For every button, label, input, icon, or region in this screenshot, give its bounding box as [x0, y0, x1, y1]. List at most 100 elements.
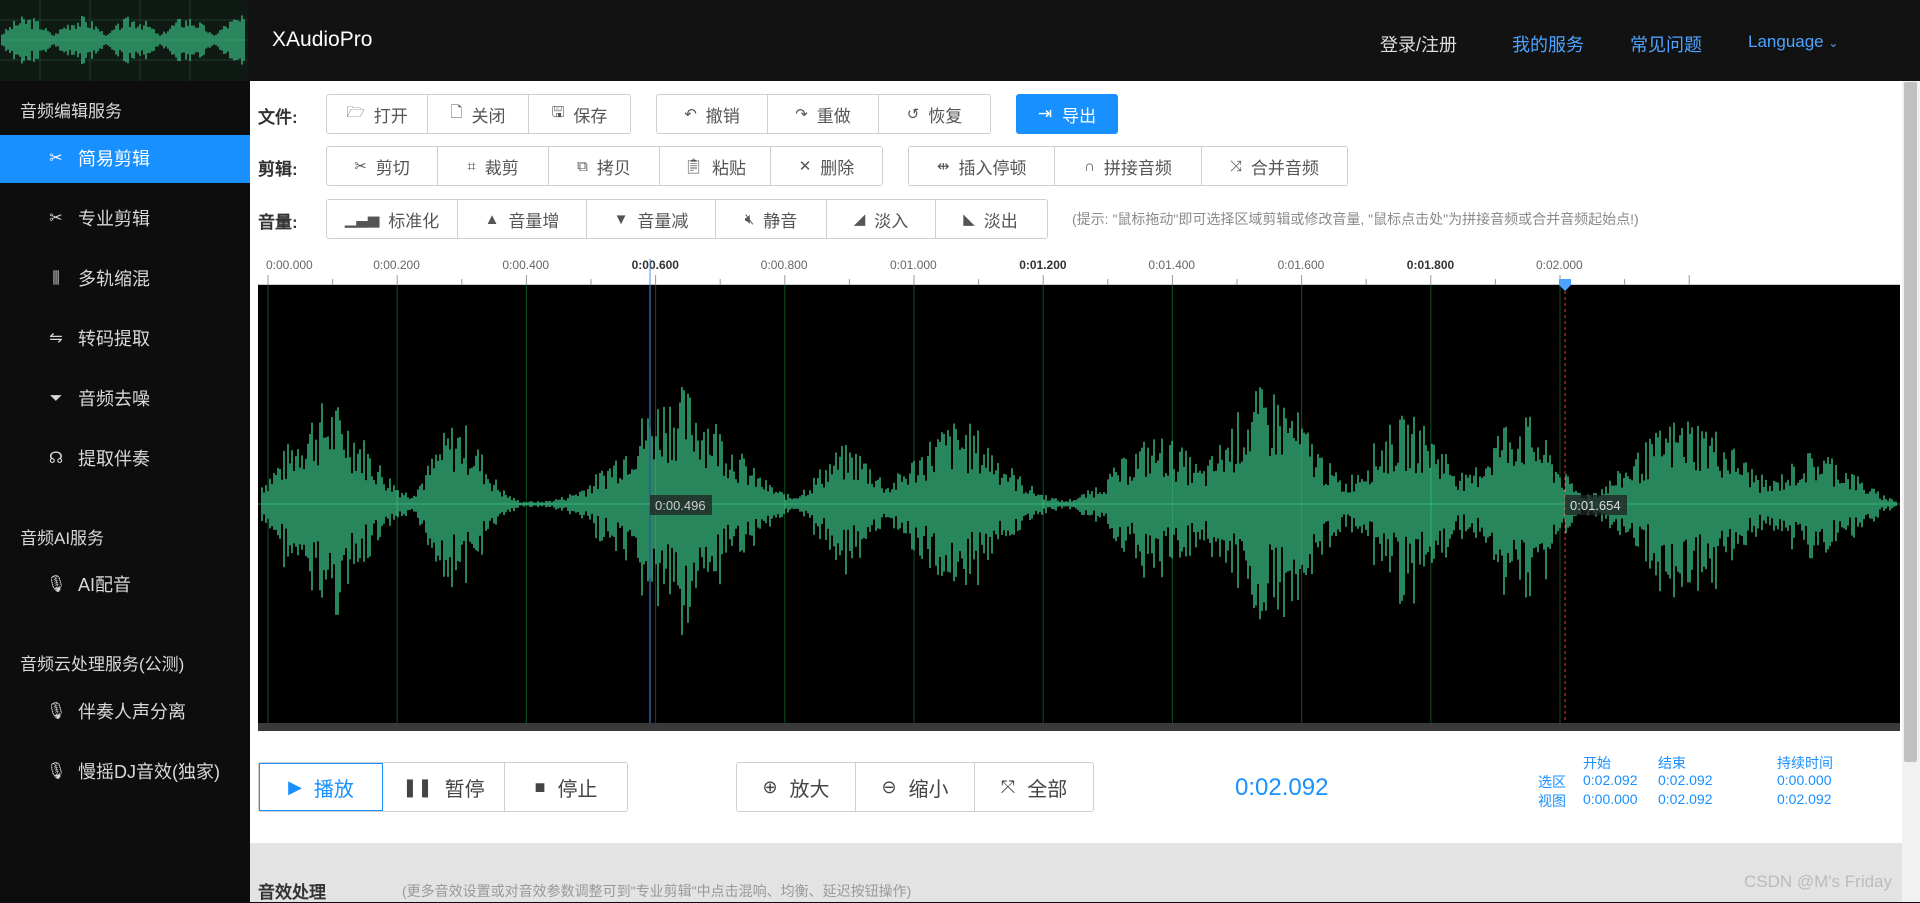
volume-down-button[interactable]: ▼ 音量减 — [587, 200, 716, 238]
timeline-label: 0:01.000 — [890, 258, 937, 272]
crop-button[interactable]: ⌗ 裁剪 — [438, 147, 549, 185]
splice-label: 拼接音频 — [1103, 158, 1172, 178]
shuffle-icon: ⤨ — [1229, 157, 1242, 175]
volume-up-label: 音量增 — [508, 211, 560, 231]
zoom-all-label: 全部 — [1027, 778, 1068, 801]
sidebar-item-label: 简易剪辑 — [78, 149, 150, 169]
export-button[interactable]: ⇥ 导出 — [1016, 94, 1118, 134]
open-label: 打开 — [373, 106, 408, 126]
timeline-label: 0:01.400 — [1148, 258, 1195, 272]
redo-button[interactable]: ↷ 重做 — [768, 95, 879, 133]
playhead-time-label: 0:01.654 — [1570, 498, 1621, 513]
file-row-label: 文件: — [258, 108, 298, 127]
pause-button[interactable]: ❚❚ 暂停 — [383, 763, 505, 811]
effects-note: (更多音效设置或对音效参数调整可到"专业剪辑"中点击混响、均衡、延迟按钮操作) — [402, 883, 912, 899]
microphone-icon: 🎙︎ — [46, 763, 67, 780]
language-dropdown[interactable]: Language ⌄ — [1748, 32, 1838, 52]
timeline-label: 0:02.000 — [1536, 258, 1583, 272]
sidebar-item-label: 慢摇DJ音效(独家) — [78, 762, 220, 782]
view-end-value: 0:02.092 — [1658, 791, 1713, 807]
page-scroll-thumb[interactable] — [1904, 82, 1917, 762]
redo-label: 重做 — [816, 106, 851, 126]
fade-out-button[interactable]: ◣ 淡出 — [936, 200, 1045, 238]
merge-audio-button[interactable]: ⤨ 合并音频 — [1202, 147, 1347, 185]
zoom-all-button[interactable]: ⤧ 全部 — [975, 763, 1093, 811]
file-close-icon: 🗋 — [450, 103, 463, 121]
splice-audio-button[interactable]: ∩ 拼接音频 — [1055, 147, 1202, 185]
delete-button[interactable]: ✕ 删除 — [771, 147, 882, 185]
fade-in-button[interactable]: ◢ 淡入 — [827, 200, 936, 238]
folder-open-icon: 🗁 — [346, 103, 365, 121]
sidebar-item-multitrack[interactable]: ⫼ 多轨缩混 — [0, 255, 250, 303]
sidebar-item-simple-edit[interactable]: ✂ 简易剪辑 — [0, 135, 250, 183]
timeline-label: 0:00.400 — [502, 258, 549, 272]
sidebar-item-denoise[interactable]: ⏷ 音频去噪 — [0, 375, 250, 423]
save-icon: 🖫 — [551, 103, 565, 121]
splice-button-group: ⇹ 插入停顿 ∩ 拼接音频 ⤨ 合并音频 — [908, 146, 1348, 186]
scissors-icon: ✂ — [49, 210, 63, 227]
scissors-icon: ✂ — [354, 158, 367, 175]
volume-up-button[interactable]: ▲ 音量增 — [458, 200, 587, 238]
timeline-label: 0:00.000 — [266, 258, 313, 272]
triangle-down-icon: ▼ — [613, 210, 629, 228]
timeline-label: 0:00.600 — [632, 258, 680, 272]
crop-label: 裁剪 — [484, 158, 519, 178]
copy-icon: ⧉ — [577, 157, 588, 175]
insert-pause-label: 插入停顿 — [958, 158, 1027, 178]
scissors-icon: ✂ — [49, 150, 63, 167]
mute-button[interactable]: 🔇︎ 静音 — [716, 200, 827, 238]
sidebar-item-accompaniment[interactable]: ☊ 提取伴奏 — [0, 435, 250, 483]
paste-button[interactable]: 📋︎ 粘贴 — [660, 147, 771, 185]
selection-start-value: 0:02.092 — [1583, 772, 1638, 788]
faq-link[interactable]: 常见问题 — [1630, 31, 1702, 57]
restore-label: 恢复 — [928, 106, 963, 126]
selection-duration-value: 0:00.000 — [1777, 772, 1832, 788]
sidebar-item-pro-edit[interactable]: ✂ 专业剪辑 — [0, 195, 250, 243]
col-duration-header: 持续时间 — [1777, 755, 1833, 771]
selection-end-value: 0:02.092 — [1658, 772, 1713, 788]
open-button[interactable]: 🗁 打开 — [327, 95, 428, 133]
my-services-link[interactable]: 我的服务 — [1512, 31, 1584, 57]
toolbar-hint: (提示: "鼠标拖动"即可选择区域剪辑或修改音量, "鼠标点击处"为拼接音频或合… — [1072, 211, 1639, 227]
sidebar-item-vocal-separation[interactable]: 🎙︎ 伴奏人声分离 — [0, 688, 250, 736]
cut-button[interactable]: ✂ 剪切 — [327, 147, 438, 185]
current-time-display: 0:02.092 — [1235, 774, 1329, 801]
timeline-label: 0:01.600 — [1278, 258, 1325, 272]
filter-icon: ⏷ — [49, 390, 63, 407]
microphone-icon: 🎙︎ — [46, 576, 67, 593]
play-button[interactable]: ▶ 播放 — [259, 763, 383, 811]
insert-pause-button[interactable]: ⇹ 插入停顿 — [909, 147, 1056, 185]
close-icon: ✕ — [798, 158, 812, 175]
app-title: XAudioPro — [272, 28, 373, 51]
zoom-in-label: 放大 — [789, 778, 830, 801]
restore-button[interactable]: ↺ 恢复 — [879, 95, 990, 133]
undo-button[interactable]: ↶ 撤销 — [657, 95, 768, 133]
sidebar-group-ai: 音频AI服务 — [20, 529, 105, 548]
sidebar-item-dj-effect[interactable]: 🎙︎ 慢摇DJ音效(独家) — [0, 748, 250, 796]
login-link[interactable]: 登录/注册 — [1380, 31, 1457, 57]
col-end-header: 结束 — [1658, 755, 1686, 771]
microphone-icon: 🎙︎ — [46, 703, 67, 720]
view-start-value: 0:00.000 — [1583, 791, 1638, 807]
fade-in-label: 淡入 — [874, 211, 909, 231]
zoom-out-button[interactable]: ⊖ 缩小 — [856, 763, 975, 811]
waveform-canvas[interactable]: 0:00.000 0:00.200 0:00.400 0:00.600 0:00.800… — [258, 253, 1900, 811]
normalize-button[interactable]: ▁▃▅ 标准化 — [327, 200, 458, 238]
zoom-out-icon: ⊖ — [881, 776, 897, 797]
mute-label: 静音 — [763, 211, 798, 231]
close-button[interactable]: 🗋 关闭 — [428, 95, 529, 133]
chevron-down-icon: ⌄ — [1828, 36, 1839, 50]
save-label: 保存 — [573, 106, 608, 126]
top-header: XAudioPro 登录/注册 我的服务 常见问题 Language ⌄ — [0, 0, 1920, 81]
sidebar-item-ai-voice[interactable]: 🎙︎ AI配音 — [0, 561, 250, 609]
zoom-in-button[interactable]: ⊕ 放大 — [737, 763, 856, 811]
link-icon: ∩ — [1084, 157, 1095, 175]
cut-label: 剪切 — [375, 158, 410, 178]
save-button[interactable]: 🖫 保存 — [529, 95, 630, 133]
close-label: 关闭 — [471, 106, 506, 126]
sidebar-item-transcode[interactable]: ⇋ 转码提取 — [0, 315, 250, 363]
pause-icon: ❚❚ — [402, 776, 433, 797]
stop-button[interactable]: ■ 停止 — [505, 763, 627, 811]
pause-label: 暂停 — [444, 778, 485, 801]
copy-button[interactable]: ⧉ 拷贝 — [549, 147, 660, 185]
